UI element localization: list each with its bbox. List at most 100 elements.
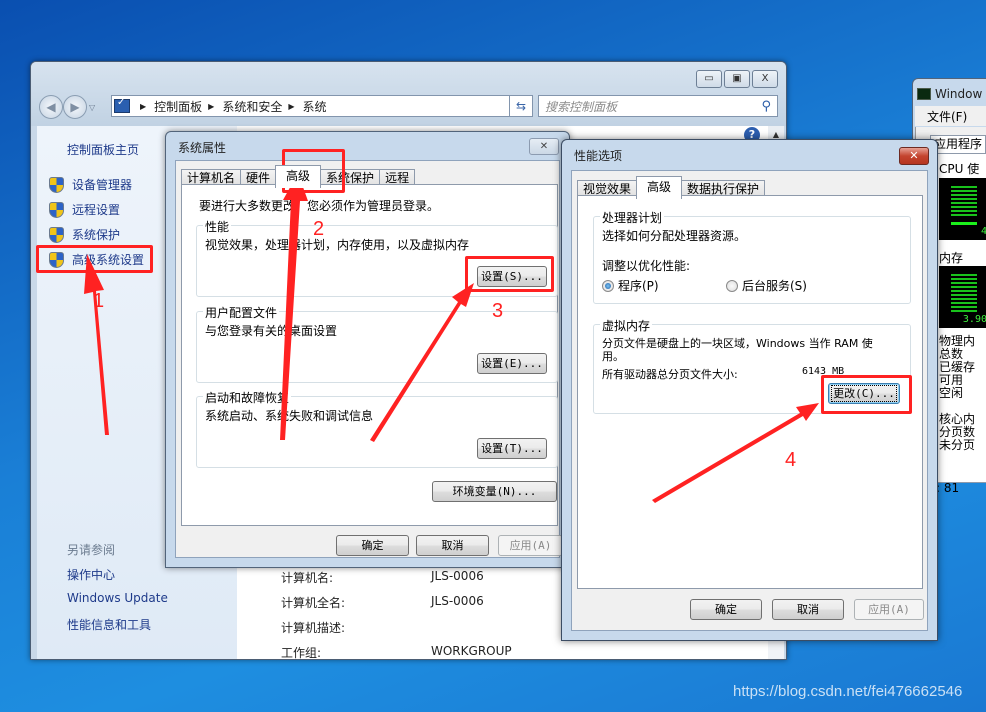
task-manager-titlebar: Window bbox=[917, 87, 982, 101]
workgroup-value: WORKGROUP bbox=[431, 644, 512, 658]
breadcrumb-control-panel[interactable]: 控制面板 bbox=[154, 98, 202, 115]
action-center-link[interactable]: 操作中心 bbox=[67, 566, 115, 583]
radio-unselected-icon[interactable] bbox=[726, 280, 738, 292]
memory-graph: 3.90 bbox=[939, 266, 986, 328]
dialog-body: 计算机名 硬件 高级 系统保护 远程 要进行大多数更改，您必须作为管理员登录。 … bbox=[175, 160, 563, 558]
task-manager-icon bbox=[917, 88, 931, 100]
caption-buttons: ▭ ▣ X bbox=[696, 70, 778, 88]
total-paging-size-label: 所有驱动器总分页文件大小: bbox=[602, 368, 738, 381]
back-button[interactable]: ◀ bbox=[39, 95, 63, 119]
physical-free-label: 空闲 bbox=[939, 386, 964, 400]
tab-advanced[interactable]: 高级 bbox=[275, 165, 322, 188]
background-services-radio[interactable]: 后台服务(S) bbox=[726, 277, 807, 294]
forward-button[interactable]: ▶ bbox=[63, 95, 87, 119]
navigation-buttons: ◀ ▶ ▽ bbox=[39, 95, 95, 119]
performance-panel: CPU 使 4 内存 3.90 物理内 总数 已缓存 可用 空闲 核心内 分页数… bbox=[930, 153, 986, 483]
tab-applications[interactable]: 应用程序 bbox=[930, 135, 986, 153]
maximize-button[interactable]: ▣ bbox=[724, 70, 750, 88]
cpu-usage-value: 4 bbox=[980, 226, 986, 237]
virtual-memory-description: 分页文件是硬盘上的一块区域，Windows 当作 RAM 使 bbox=[602, 337, 873, 350]
highlight-box-change-button bbox=[821, 375, 912, 414]
full-computer-name-value: JLS-0006 bbox=[431, 594, 484, 608]
cpu-usage-label: CPU 使 bbox=[939, 162, 980, 176]
breadcrumb-arrow-icon[interactable]: ▶ bbox=[140, 102, 146, 111]
windows-update-link[interactable]: Windows Update bbox=[67, 591, 168, 605]
computer-description-label: 计算机描述: bbox=[281, 621, 346, 635]
close-button[interactable]: X bbox=[752, 70, 778, 88]
processor-scheduling-group: 处理器计划 选择如何分配处理器资源。 调整以优化性能: 程序(P) 后台服务(S… bbox=[593, 209, 911, 304]
recent-pages-dropdown-icon[interactable]: ▽ bbox=[89, 103, 95, 112]
breadcrumb-system[interactable]: 系统 bbox=[303, 98, 327, 115]
full-computer-name-label: 计算机全名: bbox=[281, 596, 346, 610]
group-description: 系统启动、系统失败和调试信息 bbox=[205, 409, 374, 423]
close-button[interactable]: ✕ bbox=[529, 138, 559, 155]
virtual-memory-description-cont: 用。 bbox=[602, 350, 624, 363]
menu-file[interactable]: 文件(F) bbox=[927, 110, 967, 124]
startup-recovery-group: 启动和故障恢复 系统启动、系统失败和调试信息 设置(T)... bbox=[196, 389, 558, 468]
ok-button[interactable]: 确定 bbox=[336, 535, 409, 556]
system-protection-link[interactable]: 系统保护 bbox=[49, 226, 120, 243]
cpu-usage-graph: 4 bbox=[939, 178, 986, 240]
highlight-box-advanced-settings bbox=[36, 245, 153, 273]
group-title: 启动和故障恢复 bbox=[203, 389, 292, 406]
radio-selected-icon[interactable] bbox=[602, 280, 614, 292]
see-also-heading: 另请参阅 bbox=[67, 543, 116, 557]
search-icon[interactable]: ⚲ bbox=[761, 99, 771, 114]
ok-button[interactable]: 确定 bbox=[690, 599, 762, 620]
computer-name-label: 计算机名: bbox=[281, 571, 334, 585]
cpu-graph-bars bbox=[951, 186, 977, 216]
breadcrumb-arrow-icon[interactable]: ▶ bbox=[208, 102, 214, 111]
search-input[interactable]: 搜索控制面板 ⚲ bbox=[538, 95, 778, 117]
memory-label: 内存 bbox=[939, 251, 964, 265]
remote-settings-link[interactable]: 远程设置 bbox=[49, 201, 120, 218]
cancel-button[interactable]: 取消 bbox=[416, 535, 489, 556]
memory-usage-value: 3.90 bbox=[962, 314, 986, 325]
group-description: 选择如何分配处理器资源。 bbox=[602, 229, 747, 243]
task-manager-title: Window bbox=[935, 87, 983, 101]
user-profiles-group: 用户配置文件 与您登录有关的桌面设置 设置(E)... bbox=[196, 304, 558, 383]
apply-button[interactable]: 应用(A) bbox=[498, 535, 563, 556]
programs-radio[interactable]: 程序(P) bbox=[602, 277, 659, 294]
startup-recovery-settings-button[interactable]: 设置(T)... bbox=[477, 438, 547, 459]
refresh-icon[interactable]: ⇆ bbox=[509, 95, 533, 117]
memory-graph-bars bbox=[951, 274, 977, 312]
adjust-label: 调整以优化性能: bbox=[602, 259, 691, 273]
kernel-nonpaged-label: 未分页 bbox=[939, 438, 976, 452]
close-button[interactable]: ✕ bbox=[899, 147, 929, 165]
link-label: 设备管理器 bbox=[72, 178, 133, 192]
control-panel-home-link[interactable]: 控制面板主页 bbox=[67, 141, 139, 158]
performance-info-link[interactable]: 性能信息和工具 bbox=[67, 616, 151, 633]
group-title: 处理器计划 bbox=[600, 209, 665, 226]
advanced-tab-panel: 要进行大多数更改，您必须作为管理员登录。 性能 视觉效果，处理器计划，内存使用，… bbox=[181, 184, 558, 526]
dialog-title: 系统属性 bbox=[178, 141, 227, 155]
step-number-1: 1 bbox=[93, 290, 105, 312]
link-label: 远程设置 bbox=[72, 203, 121, 217]
group-title: 虚拟内存 bbox=[600, 317, 653, 334]
breadcrumb-system-security[interactable]: 系统和安全 bbox=[222, 98, 282, 115]
device-manager-link[interactable]: 设备管理器 bbox=[49, 176, 132, 193]
dialog-title: 性能选项 bbox=[574, 149, 623, 163]
cancel-button[interactable]: 取消 bbox=[772, 599, 844, 620]
highlight-box-settings-button bbox=[465, 256, 554, 292]
cpu-level-bar bbox=[951, 222, 977, 225]
uac-shield-icon bbox=[49, 176, 64, 193]
address-bar[interactable]: ▶ 控制面板 ▶ 系统和安全 ▶ 系统 ▼ bbox=[111, 95, 531, 117]
group-title: 用户配置文件 bbox=[203, 304, 280, 321]
admin-note: 要进行大多数更改，您必须作为管理员登录。 bbox=[199, 199, 440, 213]
uac-shield-icon bbox=[49, 226, 64, 243]
user-profiles-settings-button[interactable]: 设置(E)... bbox=[477, 353, 547, 374]
watermark-url: https://blog.csdn.net/fei476662546 bbox=[733, 683, 963, 700]
step-number-3: 3 bbox=[492, 300, 504, 322]
task-manager-menubar: 文件(F) 选 bbox=[915, 106, 986, 141]
group-description: 与您登录有关的桌面设置 bbox=[205, 324, 338, 338]
breadcrumb-arrow-icon[interactable]: ▶ bbox=[288, 102, 294, 111]
system-properties-dialog: 系统属性 ✕ 计算机名 硬件 高级 系统保护 远程 要进行大多数更改，您必须作为… bbox=[165, 131, 570, 568]
step-number-2: 2 bbox=[313, 218, 325, 240]
step-number-4: 4 bbox=[785, 449, 797, 471]
minimize-button[interactable]: ▭ bbox=[696, 70, 722, 88]
environment-variables-button[interactable]: 环境变量(N)... bbox=[432, 481, 557, 502]
apply-button[interactable]: 应用(A) bbox=[854, 599, 924, 620]
search-placeholder: 搜索控制面板 bbox=[545, 99, 618, 114]
tab-advanced[interactable]: 高级 bbox=[636, 176, 683, 199]
group-description: 视觉效果，处理器计划，内存使用，以及虚拟内存 bbox=[205, 238, 470, 252]
